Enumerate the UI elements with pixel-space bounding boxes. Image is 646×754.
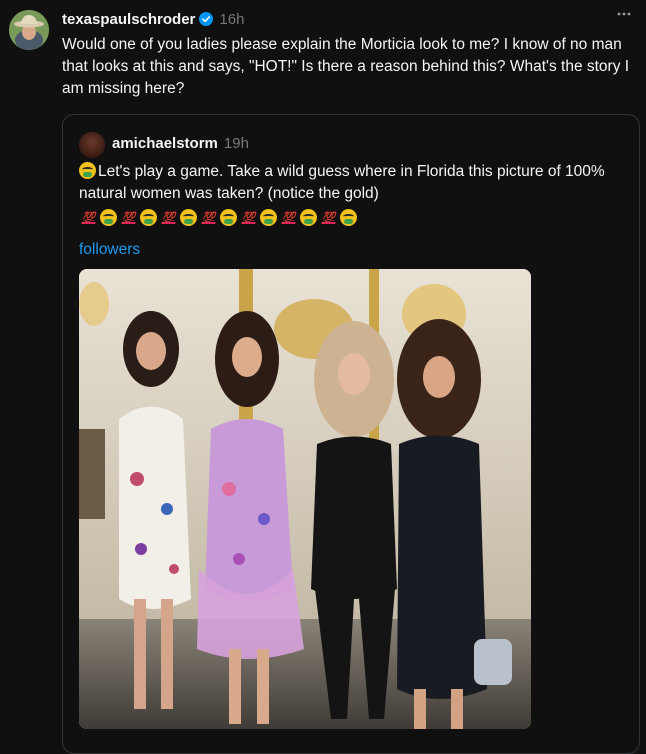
quoted-post-timestamp[interactable]: 19h: [224, 135, 249, 152]
quoted-author-username[interactable]: amichaelstorm: [112, 135, 218, 152]
hundred-points-icon: 💯: [281, 211, 296, 224]
hundred-points-icon: 💯: [121, 211, 136, 224]
emoji-row: 💯 💯 💯 💯 💯 💯 💯: [79, 207, 357, 227]
post-body-text: Would one of you ladies please explain t…: [62, 36, 630, 97]
quoted-author-avatar[interactable]: [79, 132, 105, 158]
hundred-points-icon: 💯: [201, 211, 216, 224]
nauseated-face-icon: [340, 208, 357, 226]
nauseated-face-icon: [180, 208, 197, 226]
post-header: texaspaulschroder 16h: [62, 9, 244, 29]
hundred-points-icon: 💯: [321, 211, 336, 224]
author-username[interactable]: texaspaulschroder: [62, 11, 195, 28]
post-timestamp[interactable]: 16h: [219, 11, 244, 28]
more-horizontal-icon[interactable]: [616, 6, 632, 27]
followers-link[interactable]: followers: [79, 241, 140, 259]
nauseated-face-icon: [79, 162, 96, 179]
author-avatar[interactable]: [9, 10, 49, 50]
nauseated-face-icon: [260, 208, 277, 226]
quoted-post-header: amichaelstorm 19h: [112, 135, 249, 152]
quoted-post-body: Let's play a game. Take a wild guess whe…: [79, 163, 605, 202]
nauseated-face-icon: [220, 208, 237, 226]
quoted-post-text: Let's play a game. Take a wild guess whe…: [79, 161, 624, 205]
hundred-points-icon: 💯: [241, 211, 256, 224]
quoted-post-card[interactable]: amichaelstorm 19h Let's play a game. Tak…: [62, 114, 640, 754]
hundred-points-icon: 💯: [81, 211, 96, 224]
hundred-points-icon: 💯: [161, 211, 176, 224]
verified-badge-icon: [199, 12, 214, 26]
nauseated-face-icon: [300, 208, 317, 226]
quoted-post-image[interactable]: [79, 269, 531, 729]
nauseated-face-icon: [100, 208, 117, 226]
nauseated-face-icon: [140, 208, 157, 226]
